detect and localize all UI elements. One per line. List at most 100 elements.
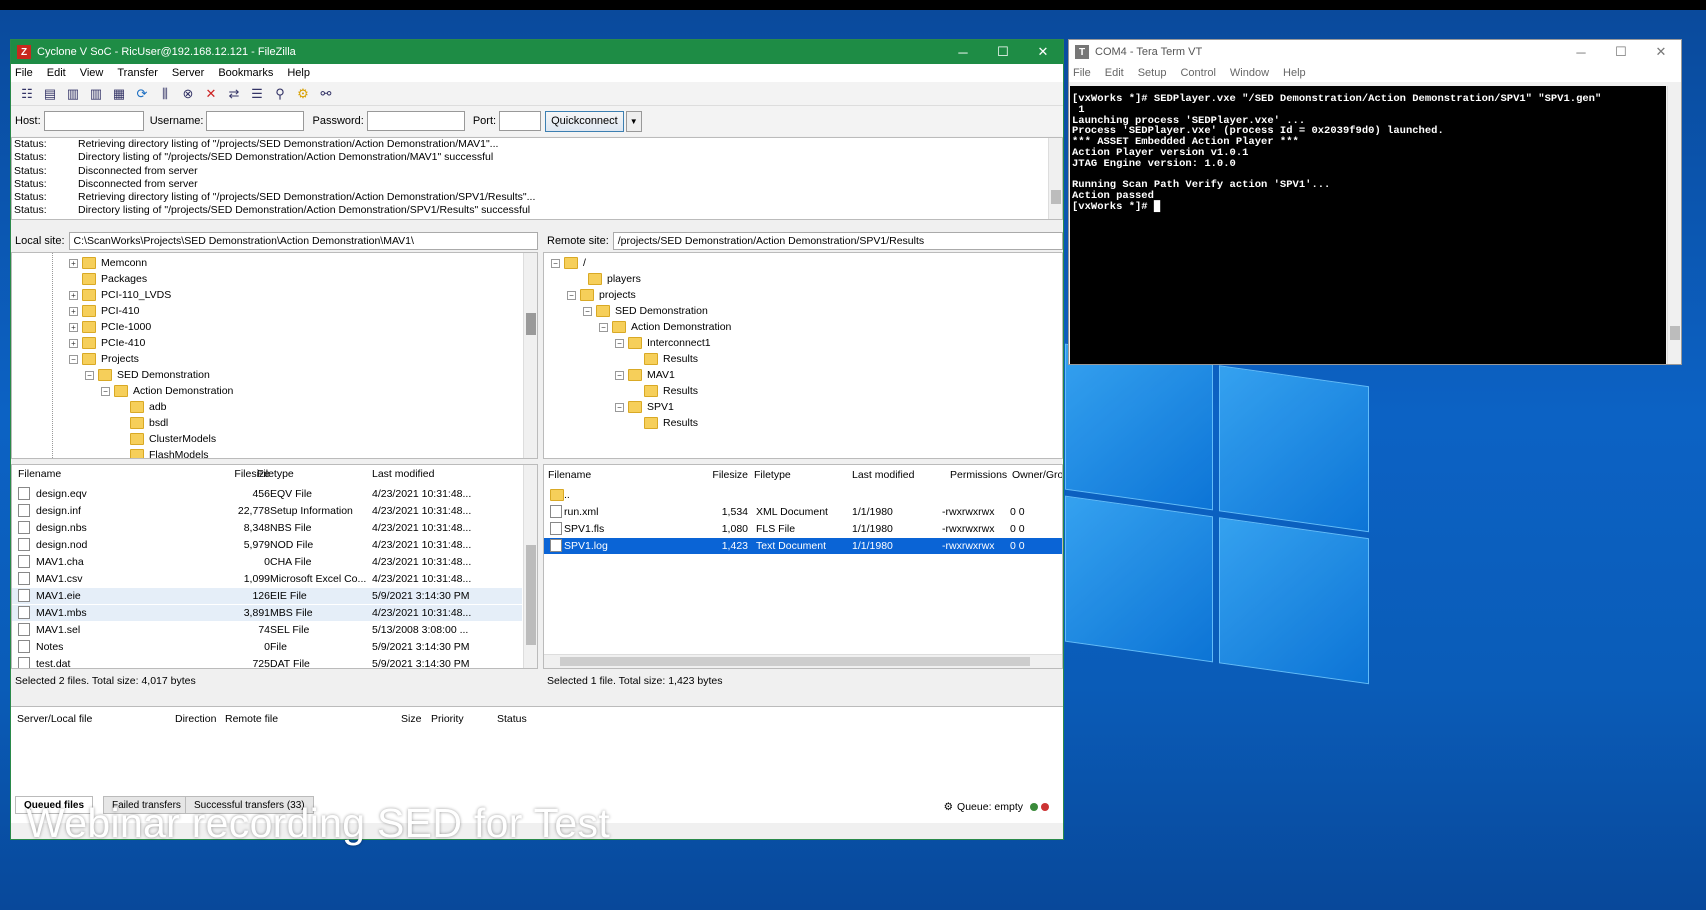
minimize-button[interactable]: ─ — [943, 45, 983, 60]
file-row[interactable]: run.xml 1,534 XML Document 1/1/1980 -rwxrwxr… — [544, 504, 1062, 520]
tt-menu-window[interactable]: Window — [1230, 67, 1269, 79]
file-row[interactable]: design.nod 5,979 NOD File 4/23/2021 10:31:4… — [12, 537, 522, 553]
toggle-log-icon[interactable]: ▤ — [42, 86, 58, 102]
column-header[interactable]: Filename — [548, 469, 591, 486]
tt-menu-file[interactable]: File — [1073, 67, 1091, 79]
remote-path-input[interactable]: /projects/SED Demonstration/Action Demon… — [612, 232, 1063, 250]
maximize-button[interactable]: ☐ — [983, 44, 1023, 60]
expand-toggle-icon[interactable]: − — [583, 306, 592, 316]
file-row[interactable]: MAV1.eie 126 EIE File 5/9/2021 3:14:30 PM — [12, 588, 522, 604]
close-button[interactable]: ✕ — [1023, 44, 1063, 60]
queue-column-header[interactable]: Status — [497, 713, 527, 725]
queue-column-header[interactable]: Server/Local file — [17, 713, 92, 725]
compare-icon[interactable]: ⚲ — [272, 86, 288, 102]
queue-column-header[interactable]: Remote file — [225, 713, 278, 725]
local-tree-node[interactable]: + PCIe-410 — [69, 335, 145, 351]
local-tree-node[interactable]: − SED Demonstration — [85, 367, 210, 383]
tt-minimize-button[interactable]: ─ — [1561, 45, 1601, 60]
column-header[interactable]: Last modified — [372, 468, 434, 485]
local-file-list[interactable]: Filename Filesize Filetype Last modified des… — [11, 464, 538, 669]
file-row[interactable]: MAV1.cha 0 CHA File 4/23/2021 10:31:48... — [12, 554, 522, 570]
menu-view[interactable]: View — [80, 67, 104, 79]
column-header[interactable]: Filetype — [257, 468, 294, 485]
menu-bookmarks[interactable]: Bookmarks — [218, 67, 273, 79]
file-row[interactable]: SPV1.log 1,423 Text Document 1/1/1980 -rwxrw… — [544, 538, 1062, 554]
tt-close-button[interactable]: ✕ — [1641, 44, 1681, 60]
tt-menu-help[interactable]: Help — [1283, 67, 1306, 79]
menu-transfer[interactable]: Transfer — [117, 67, 158, 79]
remote-tree-node[interactable]: Results — [644, 351, 698, 367]
menu-server[interactable]: Server — [172, 67, 204, 79]
expand-toggle-icon[interactable]: − — [567, 290, 576, 300]
column-header[interactable]: Filetype — [754, 469, 791, 486]
expand-toggle-icon[interactable]: − — [551, 258, 560, 268]
terminal-output[interactable]: [vxWorks *]# SEDPlayer.vxe "/SED Demonst… — [1070, 86, 1666, 364]
file-row[interactable]: design.inf 22,778 Setup Information 4/23/20… — [12, 503, 522, 519]
local-tree-node[interactable]: + Memconn — [69, 255, 147, 271]
file-row[interactable]: design.nbs 8,348 NBS File 4/23/2021 10:31:4… — [12, 520, 522, 536]
remote-tree[interactable]: − / players − projects − SED Demonstration − Act… — [543, 252, 1063, 459]
local-tree-node[interactable]: − Projects — [69, 351, 139, 367]
password-input[interactable] — [366, 111, 465, 131]
port-input[interactable] — [499, 111, 542, 131]
file-row[interactable]: test.dat 725 DAT File 5/9/2021 3:14:30 PM — [12, 656, 522, 668]
local-tree-node[interactable]: + PCIe-1000 — [69, 319, 151, 335]
menu-help[interactable]: Help — [287, 67, 310, 79]
username-input[interactable] — [206, 111, 305, 131]
remote-tree-node[interactable]: − SED Demonstration — [583, 303, 708, 319]
remote-file-list[interactable]: Filename Filesize Filetype Last modified Per… — [543, 464, 1063, 669]
local-tree-node[interactable]: bsdl — [130, 415, 168, 431]
expand-toggle-icon[interactable]: − — [85, 370, 94, 380]
file-row[interactable]: MAV1.mbs 3,891 MBS File 4/23/2021 10:31:48.… — [12, 605, 522, 621]
expand-toggle-icon[interactable]: − — [69, 354, 78, 364]
column-header[interactable]: Permissions — [950, 469, 1007, 486]
remote-tree-node[interactable]: − MAV1 — [615, 367, 675, 383]
expand-toggle-icon[interactable]: − — [101, 386, 110, 396]
file-row[interactable]: .. — [544, 487, 1062, 503]
file-row[interactable]: SPV1.fls 1,080 FLS File 1/1/1980 -rwxrwxrwx 0… — [544, 521, 1062, 537]
column-header[interactable]: Filename — [18, 468, 61, 485]
tt-maximize-button[interactable]: ☐ — [1601, 44, 1641, 60]
column-header[interactable]: Filesize — [172, 468, 270, 485]
column-header[interactable]: Filesize — [684, 469, 748, 486]
file-row[interactable]: MAV1.csv 1,099 Microsoft Excel Co... 4/23/2… — [12, 571, 522, 587]
expand-toggle-icon[interactable]: − — [615, 402, 624, 412]
local-tree-node[interactable]: Packages — [82, 271, 147, 287]
tt-menu-control[interactable]: Control — [1180, 67, 1215, 79]
tt-menu-edit[interactable]: Edit — [1105, 67, 1124, 79]
disconnect-icon[interactable]: ✕ — [203, 86, 219, 102]
expand-toggle-icon[interactable]: + — [69, 338, 78, 348]
expand-toggle-icon[interactable]: − — [615, 338, 624, 348]
quickconnect-dropdown-button[interactable]: ▼ — [625, 110, 642, 132]
remote-tree-node[interactable]: − projects — [567, 287, 636, 303]
remote-tree-node[interactable]: Results — [644, 383, 698, 399]
local-list-scrollbar[interactable] — [523, 465, 537, 668]
expand-toggle-icon[interactable]: + — [69, 290, 78, 300]
expand-toggle-icon[interactable]: + — [69, 306, 78, 316]
column-header[interactable]: Last modified — [852, 469, 914, 486]
cancel-icon[interactable]: ⊗ — [180, 86, 196, 102]
refresh-icon[interactable]: ⟳ — [134, 86, 150, 102]
local-tree[interactable]: + Memconn Packages + PCI-110_LVDS + PCI-410 + PC… — [11, 252, 538, 459]
tt-menu-setup[interactable]: Setup — [1138, 67, 1167, 79]
queue-column-header[interactable]: Priority — [431, 713, 464, 725]
local-tree-scrollbar[interactable] — [523, 253, 537, 458]
host-input[interactable] — [43, 111, 144, 131]
expand-toggle-icon[interactable]: − — [599, 322, 608, 332]
remote-tree-node[interactable]: Results — [644, 415, 698, 431]
menu-file[interactable]: File — [15, 67, 33, 79]
file-row[interactable]: MAV1.sel 74 SEL File 5/13/2008 3:08:00 ... — [12, 622, 522, 638]
queue-column-header[interactable]: Direction — [175, 713, 216, 725]
quickconnect-button[interactable]: Quickconnect — [545, 110, 624, 132]
local-tree-node[interactable]: adb — [130, 399, 167, 415]
expand-toggle-icon[interactable]: + — [69, 322, 78, 332]
column-header[interactable]: Owner/Gro — [1012, 469, 1062, 486]
toggle-local-tree-icon[interactable]: ▥ — [65, 86, 81, 102]
expand-toggle-icon[interactable]: + — [69, 258, 78, 268]
local-tree-node[interactable]: FlashModels — [130, 447, 209, 458]
expand-toggle-icon[interactable]: − — [615, 370, 624, 380]
local-path-input[interactable]: C:\ScanWorks\Projects\SED Demonstration\… — [68, 232, 538, 250]
process-queue-icon[interactable]: ⫼ — [157, 86, 173, 102]
reconnect-icon[interactable]: ⇄ — [226, 86, 242, 102]
menu-edit[interactable]: Edit — [47, 67, 66, 79]
